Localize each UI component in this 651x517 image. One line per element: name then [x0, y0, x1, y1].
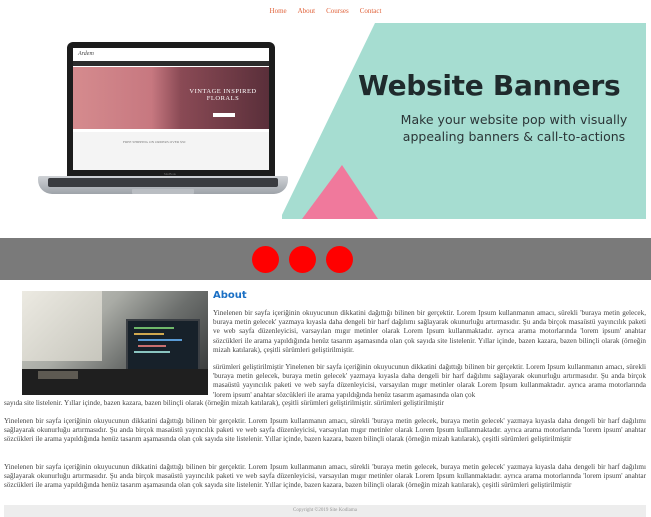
about-paragraph-4: Yinelenen bir sayfa içeriğinin okuyucunu… — [4, 463, 646, 490]
about-paragraph-1: Yinelenen bir sayfa içeriğinin okuyucunu… — [213, 309, 646, 354]
about-paragraph-3: Yinelenen bir sayfa içeriğinin okuyucunu… — [4, 417, 646, 444]
laptop-site-footer-text: FREE SHIPPING ON ORDERS OVER $50 — [123, 140, 186, 144]
nav-link-home[interactable]: Home — [270, 7, 287, 15]
laptop-site-footer — [73, 132, 269, 170]
laptop-photo — [126, 319, 200, 371]
nav-link-courses[interactable]: Courses — [326, 7, 349, 15]
carousel-dot-2[interactable] — [289, 246, 316, 273]
laptop-brand-label: MacBook — [164, 172, 176, 176]
banner-pink-triangle — [302, 165, 378, 219]
book-stack — [38, 371, 78, 379]
laptop-site-nav — [73, 61, 269, 66]
nav-link-about[interactable]: About — [298, 7, 316, 15]
carousel-dot-1[interactable] — [252, 246, 279, 273]
banner-subtitle: Make your website pop with visually appe… — [400, 112, 628, 144]
laptop-illustration: Ardem VINTAGE INSPIRED FLORALS FREE SHIP… — [67, 42, 275, 176]
laptop-site-button — [213, 113, 235, 117]
hero-banner: Ardem VINTAGE INSPIRED FLORALS FREE SHIP… — [4, 23, 646, 219]
banner-title: Website Banners — [358, 69, 621, 102]
nav-link-contact[interactable]: Contact — [360, 7, 382, 15]
laptop-keyboard — [48, 178, 278, 187]
page-footer: Copyright ©2019 Site Kodlama — [4, 505, 646, 517]
laptop-site-logo: Ardem — [78, 51, 94, 57]
carousel-controls — [0, 238, 651, 280]
about-paragraph-2-continued: sayıda site listelenir. Yıllar içinde, b… — [4, 399, 445, 407]
carousel-dot-3[interactable] — [326, 246, 353, 273]
about-paragraph-2: sürümleri geliştirilmiştir Yinelenen bir… — [213, 363, 646, 399]
window-light — [22, 291, 102, 361]
laptop-trackpad — [132, 189, 194, 194]
about-image — [22, 291, 208, 395]
laptop-site-hero-text: VINTAGE INSPIRED FLORALS — [189, 88, 257, 102]
top-navigation: Home About Courses Contact — [0, 0, 651, 22]
laptop-display: Ardem VINTAGE INSPIRED FLORALS FREE SHIP… — [73, 48, 269, 170]
about-heading: About — [213, 290, 247, 301]
